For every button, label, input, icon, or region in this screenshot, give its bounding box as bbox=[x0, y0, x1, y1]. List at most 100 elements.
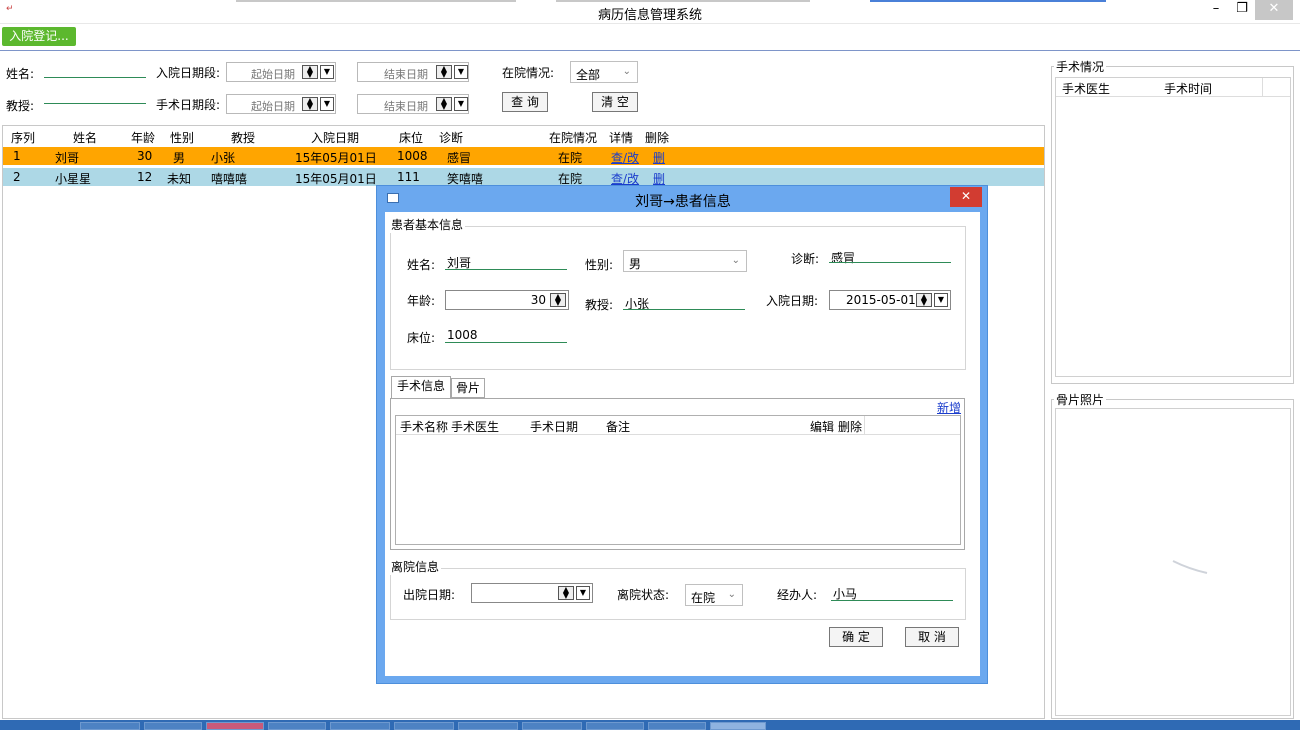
status-label: 在院情况: bbox=[502, 66, 555, 80]
diagnosis-input[interactable] bbox=[829, 262, 951, 263]
clear-button[interactable]: 清 空 bbox=[592, 92, 638, 112]
admit-period-label: 入院日期段: bbox=[156, 66, 221, 80]
spin-icon[interactable]: ▲ ▼ bbox=[558, 586, 574, 600]
professor-input[interactable] bbox=[623, 309, 745, 310]
header-bed: 床位 bbox=[399, 131, 424, 145]
name-input[interactable] bbox=[445, 269, 567, 270]
col-edit: 编辑 bbox=[810, 420, 835, 434]
add-surgery-link[interactable]: 新增 bbox=[937, 399, 961, 416]
divider bbox=[1262, 78, 1263, 96]
photo-panel-title: 骨片照片 bbox=[1054, 391, 1107, 408]
taskbar-app[interactable] bbox=[458, 722, 518, 730]
spin-icon[interactable]: ▲ ▼ bbox=[436, 97, 452, 111]
title-bar: ↵ 病历信息管理系统 – ❐ ✕ bbox=[0, 0, 1300, 24]
header-detail: 详情 bbox=[609, 131, 634, 145]
sex-value: 男 bbox=[629, 257, 642, 271]
close-button[interactable]: ✕ bbox=[1255, 0, 1293, 20]
edit-link[interactable]: 查/改 bbox=[611, 149, 639, 166]
spin-icon[interactable]: ▲ ▼ bbox=[916, 293, 932, 307]
cell-seq: 1 bbox=[13, 149, 21, 163]
surgery-col-doctor: 手术医生 bbox=[1062, 82, 1111, 96]
header-status: 在院情况 bbox=[549, 131, 598, 145]
dialog-body: 患者基本信息 姓名: 刘哥 性别: 男 ⌄ 诊断: 感冒 年龄: 30 ▲ ▼ 教… bbox=[385, 212, 980, 676]
dialog-title: 刘哥→患者信息 bbox=[635, 194, 731, 210]
cell-admit-date: 15年05月01日 bbox=[295, 172, 377, 186]
surgery-col-time: 手术时间 bbox=[1164, 82, 1213, 96]
discharge-title: 离院信息 bbox=[389, 558, 442, 575]
chevron-down-icon[interactable]: ▼ bbox=[320, 65, 334, 79]
taskbar-app[interactable] bbox=[710, 722, 766, 730]
header-diagnosis: 诊断 bbox=[439, 131, 464, 145]
tab-bone-film[interactable]: 骨片 bbox=[451, 378, 485, 398]
start-date-placeholder: 起始日期 bbox=[251, 100, 295, 113]
col-remark: 备注 bbox=[606, 420, 631, 434]
minimize-button[interactable]: – bbox=[1203, 0, 1229, 20]
chevron-down-icon: ⌄ bbox=[622, 66, 631, 77]
age-stepper[interactable]: 30 ▲ ▼ bbox=[445, 290, 569, 310]
status-select[interactable]: 全部 ⌄ bbox=[570, 61, 638, 83]
cell-name: 小星星 bbox=[55, 172, 92, 186]
taskbar-app[interactable] bbox=[206, 722, 264, 730]
discharge-status-label: 离院状态: bbox=[617, 588, 670, 602]
admit-date-picker[interactable]: 2015-05-01 ▲ ▼ ▼ bbox=[829, 290, 951, 310]
taskbar-app[interactable] bbox=[522, 722, 582, 730]
name-input[interactable] bbox=[44, 77, 146, 78]
taskbar-app[interactable] bbox=[80, 722, 140, 730]
window-strip bbox=[556, 0, 810, 2]
age-label: 年龄: bbox=[407, 294, 436, 308]
cell-seq: 2 bbox=[13, 170, 21, 184]
bed-value: 1008 bbox=[447, 328, 478, 342]
admit-register-button[interactable]: 入院登记... bbox=[2, 27, 76, 46]
professor-label: 教授: bbox=[6, 99, 35, 113]
discharge-date-picker[interactable]: ▲ ▼ ▼ bbox=[471, 583, 593, 603]
spin-icon[interactable]: ▲ ▼ bbox=[302, 97, 318, 111]
taskbar-app[interactable] bbox=[648, 722, 706, 730]
cancel-button[interactable]: 取 消 bbox=[905, 627, 959, 647]
cell-professor: 嘻嘻嘻 bbox=[211, 172, 248, 186]
cell-age: 30 bbox=[137, 149, 153, 163]
surgery-end-date[interactable]: 结束日期 bbox=[357, 94, 469, 114]
bed-input[interactable] bbox=[445, 342, 567, 343]
surgery-list: 手术医生 手术时间 bbox=[1055, 77, 1291, 377]
handler-label: 经办人: bbox=[777, 588, 818, 602]
delete-link[interactable]: 删 bbox=[653, 149, 665, 166]
sex-select[interactable]: 男 ⌄ bbox=[623, 250, 747, 272]
taskbar-app[interactable] bbox=[268, 722, 326, 730]
chevron-down-icon[interactable]: ▼ bbox=[454, 97, 468, 111]
surgery-groupbox: 手术医生 手术时间 bbox=[1051, 66, 1294, 384]
chevron-down-icon[interactable]: ▼ bbox=[320, 97, 334, 111]
cell-name: 刘哥 bbox=[55, 151, 80, 165]
admit-end-date[interactable]: 结束日期 bbox=[357, 62, 469, 82]
dialog-close-button[interactable]: ✕ bbox=[950, 187, 982, 207]
patient-info-dialog: 刘哥→患者信息 ✕ 患者基本信息 姓名: 刘哥 性别: 男 ⌄ 诊断: 感冒 年… bbox=[376, 185, 988, 684]
col-surgeon: 手术医生 bbox=[451, 420, 500, 434]
chevron-down-icon[interactable]: ▼ bbox=[934, 293, 948, 307]
professor-input[interactable] bbox=[44, 103, 146, 104]
chevron-down-icon[interactable]: ▼ bbox=[576, 586, 590, 600]
spin-icon[interactable]: ▲ ▼ bbox=[550, 293, 566, 307]
chevron-down-icon[interactable]: ▼ bbox=[454, 65, 468, 79]
taskbar-app[interactable] bbox=[144, 722, 202, 730]
taskbar-app[interactable] bbox=[330, 722, 390, 730]
photo-area bbox=[1055, 408, 1291, 716]
taskbar-app[interactable] bbox=[394, 722, 454, 730]
cell-status: 在院 bbox=[558, 151, 583, 165]
ok-button[interactable]: 确 定 bbox=[829, 627, 883, 647]
table-row[interactable]: 1 刘哥 30 男 小张 15年05月01日 1008 感冒 在院 查/改 删 bbox=[3, 147, 1044, 165]
table-row[interactable]: 2 小星星 12 未知 嘻嘻嘻 15年05月01日 111 笑嘻嘻 在院 查/改… bbox=[3, 168, 1044, 186]
handler-input[interactable] bbox=[831, 600, 953, 601]
query-button[interactable]: 查 询 bbox=[502, 92, 548, 112]
cell-bed: 1008 bbox=[397, 149, 428, 163]
maximize-button[interactable]: ❐ bbox=[1229, 0, 1255, 20]
tab-content: 新增 手术名称 手术医生 手术日期 备注 编辑 删除 bbox=[390, 398, 965, 550]
cell-sex: 男 bbox=[173, 151, 186, 165]
divider bbox=[396, 434, 960, 435]
bone-photo-icon bbox=[1172, 560, 1208, 574]
spin-icon[interactable]: ▲ ▼ bbox=[302, 65, 318, 79]
surgery-table: 手术名称 手术医生 手术日期 备注 编辑 删除 bbox=[395, 415, 961, 545]
discharge-status-select[interactable]: 在院 ⌄ bbox=[685, 584, 743, 606]
header-sex: 性别 bbox=[170, 131, 195, 145]
tab-surgery-info[interactable]: 手术信息 bbox=[391, 376, 451, 398]
spin-icon[interactable]: ▲ ▼ bbox=[436, 65, 452, 79]
taskbar-app[interactable] bbox=[586, 722, 644, 730]
